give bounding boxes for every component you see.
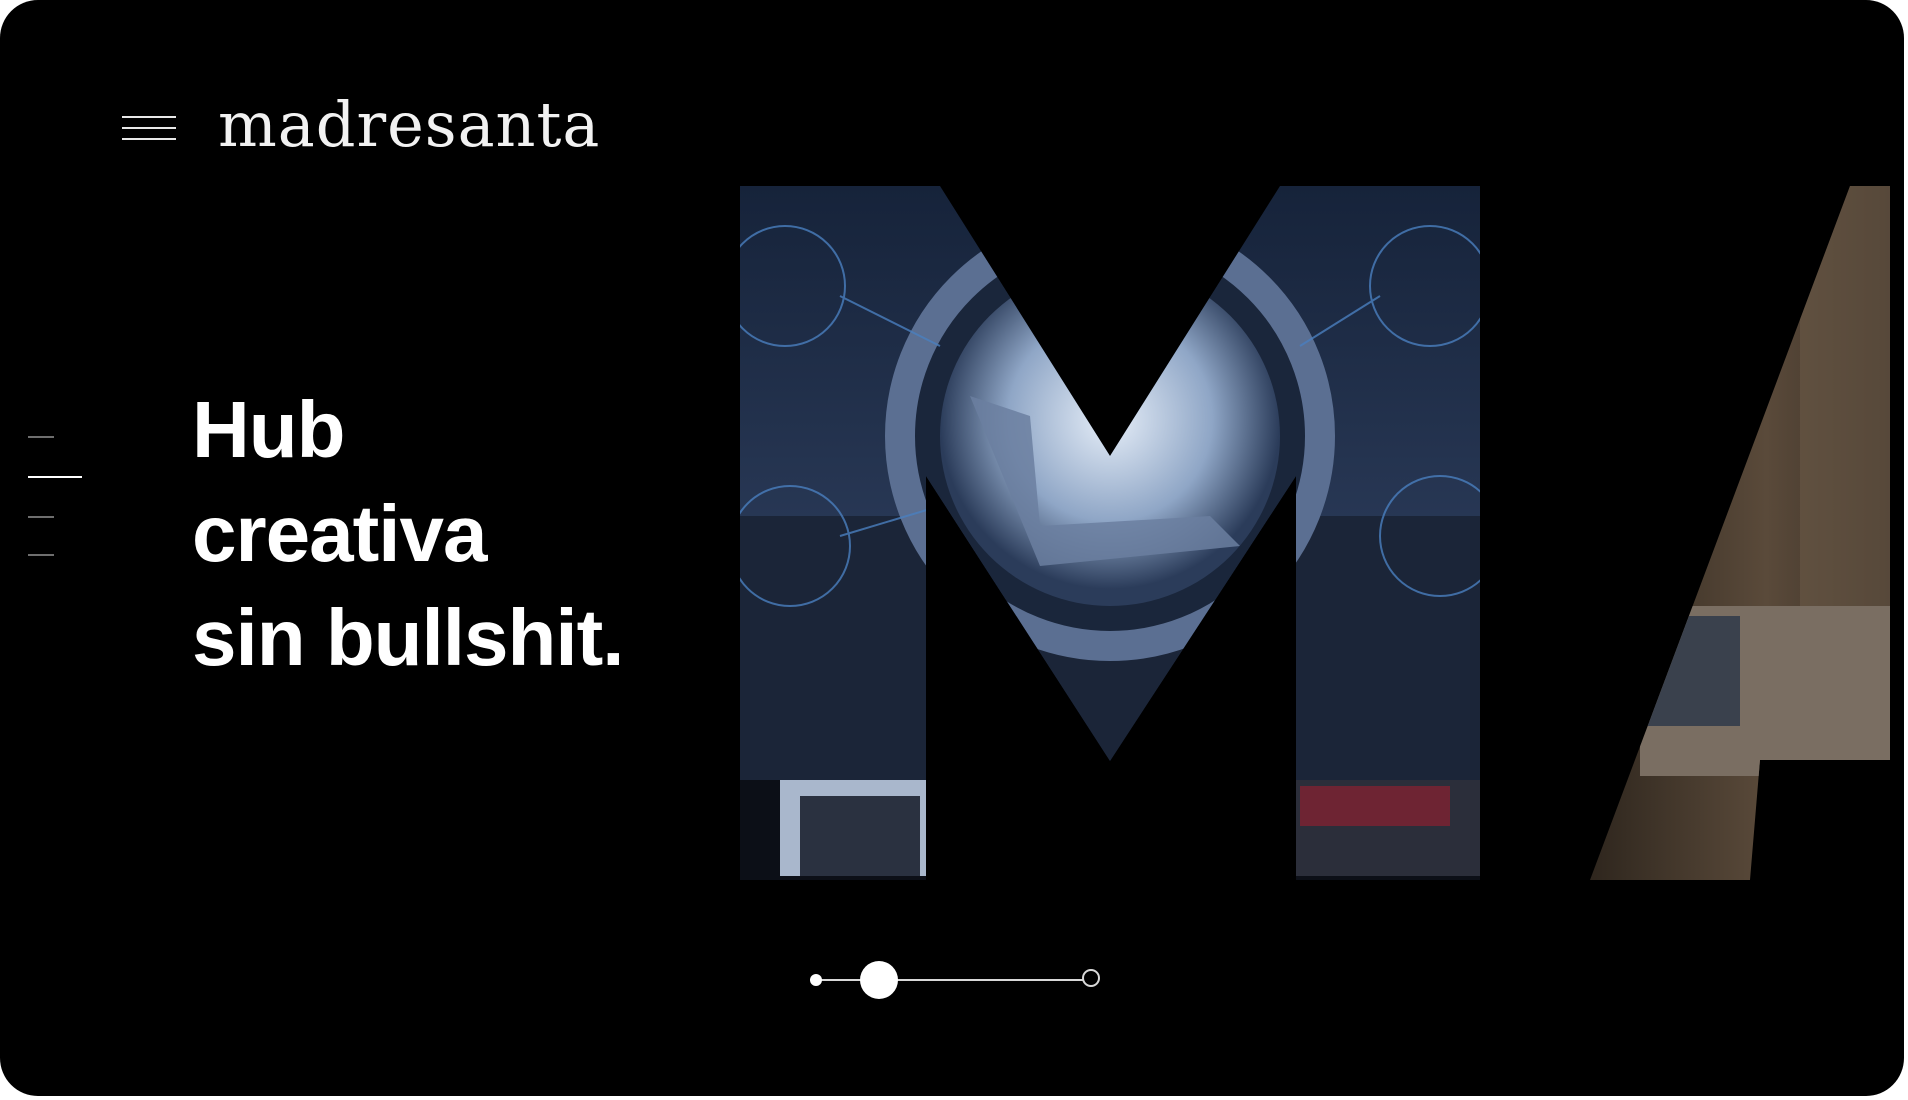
headline-line-3: sin bullshit. <box>192 593 624 682</box>
letter-m-photo <box>740 186 1480 880</box>
letter-a-photo <box>1590 186 1890 880</box>
letter-m-artwork <box>740 186 1890 880</box>
headline-line-2: creativa <box>192 489 487 578</box>
slider-end-dot[interactable] <box>1082 969 1100 987</box>
hamburger-menu-icon[interactable] <box>122 112 178 146</box>
section-indicator-1[interactable] <box>28 436 54 438</box>
section-indicator-4[interactable] <box>28 554 54 556</box>
section-indicator-3[interactable] <box>28 516 54 518</box>
section-indicator-2[interactable] <box>28 476 82 478</box>
headline-line-1: Hub <box>192 385 346 474</box>
slider-knob[interactable] <box>860 961 898 999</box>
slide-progress-slider[interactable] <box>800 955 1120 1005</box>
brand-logo[interactable]: madresanta <box>218 88 600 161</box>
hero-headline: Hub creativa sin bullshit. <box>192 378 624 690</box>
hero-letterform-image <box>740 186 1890 880</box>
section-indicator-nav <box>28 430 88 570</box>
slider-start-dot <box>810 974 822 986</box>
app-frame: madresanta Hub creativa sin bullshit. <box>0 0 1904 1096</box>
